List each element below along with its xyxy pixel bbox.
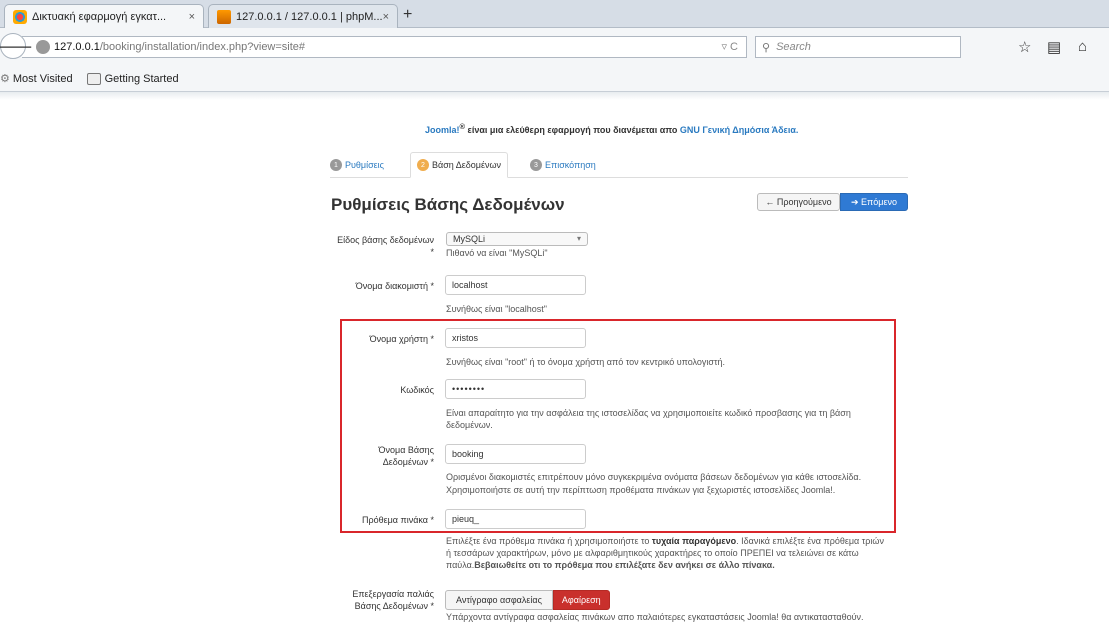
step-label: Επισκόπηση <box>545 160 596 170</box>
tab-label: Δικτυακή εφαρμογή εγκατ... <box>32 10 167 23</box>
db-type-value: MySQLi <box>453 234 486 244</box>
db-name-input[interactable]: booking <box>445 444 586 464</box>
step-label: Βάση Δεδομένων <box>432 160 502 170</box>
host-input[interactable]: localhost <box>445 275 586 295</box>
bookmark-most-visited[interactable]: ⚙ Most Visited <box>0 72 73 86</box>
db-name-help-2: Χρησιμοποιήστε σε αυτή την περίπτωση προ… <box>446 485 836 495</box>
step-label: Ρυθμίσεις <box>345 160 385 170</box>
tab-phpmyadmin[interactable]: 127.0.0.1 / 127.0.0.1 | phpM... × <box>208 4 398 28</box>
db-type-label: Είδος βάσης δεδομένων * <box>337 235 434 257</box>
prefix-label: Πρόθεμα πινάκα * <box>361 515 434 525</box>
browser-tab-bar: Δικτυακή εφαρμογή εγκατ... × 127.0.0.1 /… <box>0 0 1109 28</box>
tab-label: 127.0.0.1 / 127.0.0.1 | phpM... <box>236 10 383 23</box>
page-icon <box>86 72 101 85</box>
joomla-link[interactable]: Joomla! <box>425 125 460 135</box>
host-label: Όνομα διακομιστή * <box>355 281 434 291</box>
remove-button[interactable]: Αφαίρεση <box>552 590 610 610</box>
old-db-label: Επεξεργασία παλιάς Βάσης Δεδομένων * <box>352 589 434 611</box>
user-label: Όνομα χρήστη * <box>369 334 434 344</box>
prefix-help-text: . Ιδανικά επιλέξτε ένα πρόθεμα τριών <box>736 536 884 546</box>
bookmark-label: Getting Started <box>104 72 179 85</box>
prefix-help-1: Επιλέξτε ένα πρόθεμα πινάκα ή χρησιμοποι… <box>446 535 884 547</box>
old-db-help: Υπάρχοντα αντίγραφα ασφαλείας πινάκων απ… <box>446 612 864 622</box>
browser-nav-bar: 127.0.0.1 /booking/installation/index.ph… <box>0 28 1109 66</box>
backup-button[interactable]: Αντίγραφο ασφαλείας <box>445 590 553 610</box>
search-placeholder: Search <box>776 41 811 53</box>
db-name-label: Όνομα Βάσης Δεδομένων * <box>378 445 434 467</box>
notice-text: είναι μια ελεύθερη εφαρμογή που διανέμετ… <box>465 125 680 135</box>
page-top-fade <box>0 92 1109 100</box>
bookmarks-bar: ⚙ Most Visited Getting Started <box>0 66 1109 92</box>
page-title: Ρυθμίσεις Βάσης Δεδομένων <box>331 195 565 214</box>
prefix-help-3: παύλα.Βεβαιωθείτε οτι το πρόθεμα που επι… <box>446 559 775 571</box>
address-bar[interactable]: 127.0.0.1 /booking/installation/index.ph… <box>22 36 747 58</box>
prefix-help-2: ή τεσσάρων χαρακτήρων, μόνο με αλφαριθμη… <box>446 548 859 558</box>
reload-icon[interactable]: ▿ C <box>721 40 738 53</box>
url-path: /booking/installation/index.php?view=sit… <box>99 41 306 53</box>
host-help: Συνήθως είναι "localhost" <box>446 304 547 314</box>
prefix-help-text: Επιλέξτε ένα πρόθεμα πινάκα ή χρησιμοποι… <box>446 536 652 546</box>
gear-icon: ⚙ <box>0 73 10 85</box>
bookmarks-menu-icon[interactable]: ▤ <box>1047 38 1061 56</box>
step-number: 2 <box>417 159 429 171</box>
db-name-help-1: Ορισμένοι διακομιστές επιτρέπουν μόνο συ… <box>446 472 862 482</box>
install-steps: 1 Ρυθμίσεις 2 Βάση Δεδομένων 3 Επισκόπησ… <box>330 152 908 178</box>
previous-button[interactable]: ← Προηγούμενο <box>757 193 840 211</box>
tab-step-overview[interactable]: 3 Επισκόπηση <box>530 152 596 178</box>
tab-step-database[interactable]: 2 Βάση Δεδομένων <box>410 152 509 178</box>
bookmark-star-icon[interactable]: ☆ <box>1018 38 1031 56</box>
home-icon[interactable]: ⌂ <box>1078 38 1087 55</box>
installer-page: Joomla!® είναι μια ελεύθερη εφαρμογή που… <box>0 100 1109 624</box>
search-icon: ⚲ <box>762 41 771 54</box>
bookmark-getting-started[interactable]: Getting Started <box>81 72 179 85</box>
password-help: Είναι απαραίτητο για την ασφάλεια της ισ… <box>446 408 851 430</box>
next-button[interactable]: ➔ Επόμενο <box>840 193 908 211</box>
prefix-input[interactable]: pieuq_ <box>445 509 586 529</box>
license-notice: Joomla!® είναι μια ελεύθερη εφαρμογή που… <box>425 122 798 135</box>
step-number: 1 <box>330 159 342 171</box>
old-db-button-group: Αντίγραφο ασφαλείας Αφαίρεση <box>445 590 610 610</box>
search-input[interactable]: ⚲ Search <box>755 36 961 58</box>
prefix-warning: Βεβαιωθείτε οτι το πρόθεμα που επιλέξατε… <box>474 560 775 570</box>
step-number: 3 <box>530 159 542 171</box>
close-tab-icon[interactable]: × <box>383 11 389 23</box>
globe-icon <box>36 40 50 54</box>
arrow-left-icon: 🡐 <box>0 38 34 56</box>
back-button[interactable]: 🡐 <box>0 33 33 59</box>
phpmyadmin-favicon-icon <box>217 9 231 24</box>
chevron-down-icon: ▾ <box>576 234 581 243</box>
prefix-help-text: παύλα. <box>446 560 475 570</box>
db-type-select[interactable]: MySQLi ▾ <box>446 232 588 246</box>
joomla-favicon-icon <box>13 9 27 24</box>
db-type-help: Πιθανό να είναι "MySQLi" <box>446 248 548 258</box>
password-input[interactable]: •••••••• <box>445 379 586 399</box>
password-label: Κωδικός <box>400 385 434 395</box>
new-tab-button[interactable]: + <box>403 6 412 24</box>
url-host: 127.0.0.1 <box>54 41 100 53</box>
tab-joomla-install[interactable]: Δικτυακή εφαρμογή εγκατ... × <box>4 4 204 28</box>
random-prefix-link[interactable]: τυχαία παραγόμενο <box>652 536 736 546</box>
user-help: Συνήθως είναι "root" ή το όνομα χρήστη α… <box>446 357 726 367</box>
tab-step-settings[interactable]: 1 Ρυθμίσεις <box>330 152 384 178</box>
user-input[interactable]: xristos <box>445 328 586 348</box>
close-tab-icon[interactable]: × <box>189 11 195 23</box>
gpl-link[interactable]: GNU Γενική Δημόσια Άδεια. <box>680 125 798 135</box>
bookmark-label: Most Visited <box>12 72 73 85</box>
